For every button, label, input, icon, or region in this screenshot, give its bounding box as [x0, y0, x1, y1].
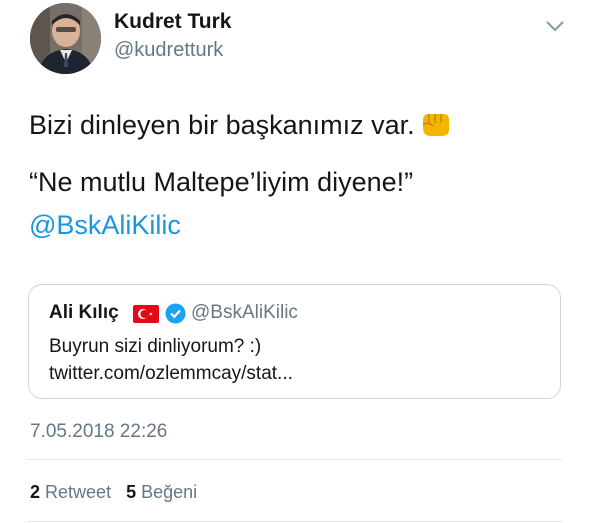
divider: [28, 459, 562, 460]
turkey-flag-icon: [133, 305, 159, 323]
retweet-stat[interactable]: 2 Retweet: [30, 482, 111, 502]
chevron-down-icon[interactable]: [544, 18, 566, 34]
retweet-label: Retweet: [45, 482, 112, 502]
like-label: Beğeni: [141, 482, 198, 502]
tweet-text-line-1: Bizi dinleyen bir başkanımız var.: [29, 110, 451, 141]
verified-badge-icon: [165, 303, 186, 324]
fist-emoji-icon: [422, 114, 449, 136]
author-photo: [30, 3, 101, 74]
author-name[interactable]: Kudret Turk: [114, 10, 231, 34]
quoted-tweet-card[interactable]: Ali Kılıç @BskAliKilic Buyrun sizi dinli…: [28, 284, 561, 399]
tweet-timestamp[interactable]: 7.05.2018 22:26: [30, 421, 167, 443]
retweet-count: 2: [30, 482, 41, 502]
tweet-text-line-2: “Ne mutlu Maltepe’liyim diyene!”: [29, 167, 414, 197]
mention-link[interactable]: @BskAliKilic: [29, 210, 181, 241]
tweet-text: Bizi dinleyen bir başkanımız var.: [29, 110, 415, 140]
like-count: 5: [126, 482, 137, 502]
divider: [28, 521, 562, 522]
author-avatar[interactable]: [30, 3, 101, 74]
quoted-author-handle: @BskAliKilic: [191, 302, 298, 323]
author-handle[interactable]: @kudretturk: [114, 39, 223, 62]
tweet-stats: 2 Retweet 5 Beğeni: [30, 482, 207, 503]
like-stat[interactable]: 5 Beğeni: [126, 482, 197, 502]
quoted-tweet-text: Buyrun sizi dinliyorum? :) twitter.com/o…: [49, 336, 293, 384]
quoted-author-name: Ali Kılıç: [49, 302, 119, 323]
